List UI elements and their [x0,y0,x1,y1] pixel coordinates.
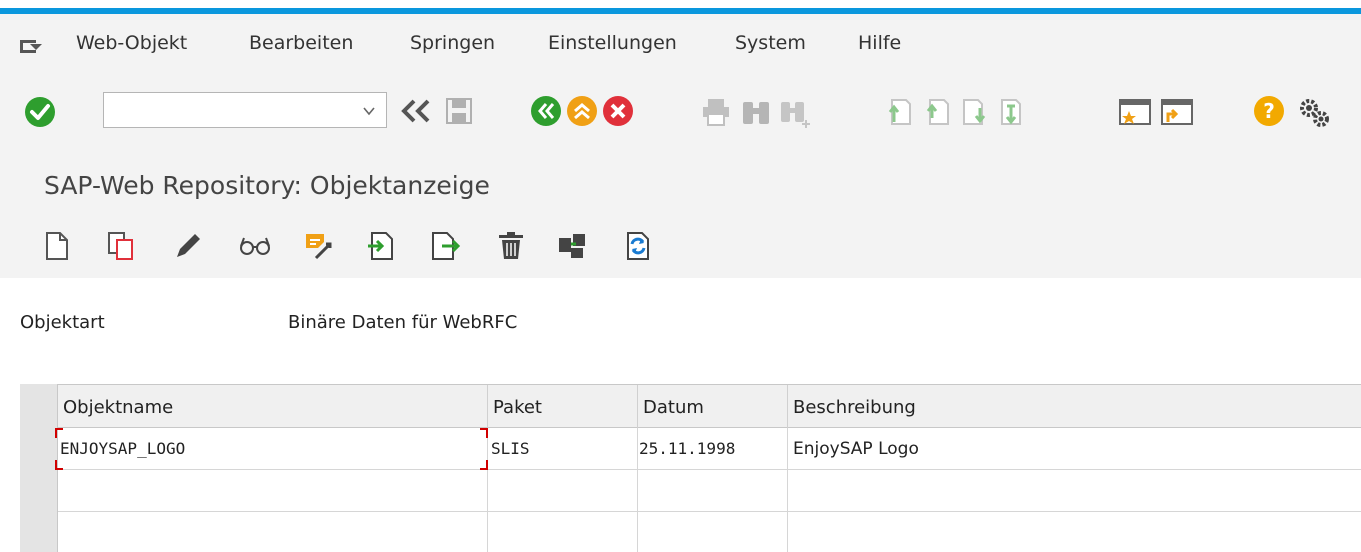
svg-text:?: ? [1263,99,1275,123]
table-header: Objektname Paket Datum Beschreibung [58,384,1361,428]
exit-icon[interactable] [566,95,598,127]
command-input[interactable] [104,93,354,127]
menu-system[interactable]: System [735,32,806,54]
table-row[interactable]: ENJOYSAP_LOGO SLIS 25.11.1998 EnjoySAP L… [55,428,1361,470]
application-toolbar [0,212,1361,278]
find-icon[interactable] [740,96,772,128]
generate-shortcut-icon[interactable] [1160,96,1194,128]
enter-check-icon[interactable] [24,96,56,128]
menu-einstellungen[interactable]: Einstellungen [548,32,677,54]
cell-paket[interactable]: SLIS [488,428,638,469]
focus-corner [480,460,488,470]
chevron-down-icon[interactable] [362,104,376,118]
table-row[interactable] [58,512,1361,552]
import-icon[interactable] [366,230,398,262]
gear-icon[interactable] [1296,94,1332,130]
empty-cell[interactable] [488,512,638,552]
create-document-icon[interactable] [44,230,70,262]
export-icon[interactable] [430,230,462,262]
save-icon[interactable] [444,96,474,126]
objektart-label: Objektart [20,312,105,333]
assign-icon[interactable] [556,230,588,262]
objektart-value: Binäre Daten für WebRFC [288,312,518,333]
column-header-objektname[interactable]: Objektname [58,385,488,428]
first-page-icon[interactable] [884,96,914,128]
menu-toggle-icon[interactable] [20,38,44,54]
cell-objektname[interactable]: ENJOYSAP_LOGO [58,428,488,469]
title-bar: SAP-Web Repository: Objektanzeige [0,154,1361,212]
create-session-icon[interactable] [1118,96,1152,128]
focus-corner [480,428,488,438]
table-row[interactable] [58,470,1361,512]
transport-icon[interactable] [622,230,654,262]
system-toolbar: ? [0,76,1361,154]
previous-page-icon[interactable] [922,96,952,128]
print-icon[interactable] [700,96,732,128]
menu-bearbeiten[interactable]: Bearbeiten [249,32,353,54]
menu-springen[interactable]: Springen [410,32,495,54]
find-next-icon[interactable] [778,96,812,128]
content-area: Objektart Binäre Daten für WebRFC Objekt… [0,278,1361,552]
empty-cell[interactable] [58,470,488,511]
empty-cell[interactable] [788,470,1361,511]
focus-corner [55,428,63,438]
row-selector-column[interactable] [20,384,58,552]
column-header-beschreibung[interactable]: Beschreibung [788,385,1361,428]
focus-corner [55,460,63,470]
page-title: SAP-Web Repository: Objektanzeige [44,171,490,200]
column-header-paket[interactable]: Paket [488,385,638,428]
double-left-arrow-icon[interactable] [400,98,434,124]
empty-cell[interactable] [638,512,788,552]
column-header-datum[interactable]: Datum [638,385,788,428]
menu-hilfe[interactable]: Hilfe [858,32,901,54]
objects-table: Objektname Paket Datum Beschreibung ENJO… [20,384,1361,552]
empty-cell[interactable] [638,470,788,511]
window-top-strip [0,0,1361,8]
trash-icon[interactable] [496,230,526,262]
cell-beschreibung[interactable]: EnjoySAP Logo [788,428,1361,469]
menu-web-objekt[interactable]: Web-Objekt [76,32,187,54]
help-icon[interactable]: ? [1253,95,1285,127]
pencil-icon[interactable] [172,230,204,262]
copy-icon[interactable] [106,230,136,262]
last-page-icon[interactable] [998,96,1028,128]
menu-bar: Web-Objekt Bearbeiten Springen Einstellu… [0,14,1361,76]
command-field[interactable] [103,92,387,128]
cell-datum[interactable]: 25.11.1998 [638,428,788,469]
cancel-icon[interactable] [602,95,634,127]
empty-cell[interactable] [58,512,488,552]
where-used-icon[interactable] [302,230,334,262]
next-page-icon[interactable] [960,96,990,128]
back-icon[interactable] [530,95,562,127]
empty-cell[interactable] [488,470,638,511]
empty-cell[interactable] [788,512,1361,552]
display-glasses-icon[interactable] [238,234,272,258]
